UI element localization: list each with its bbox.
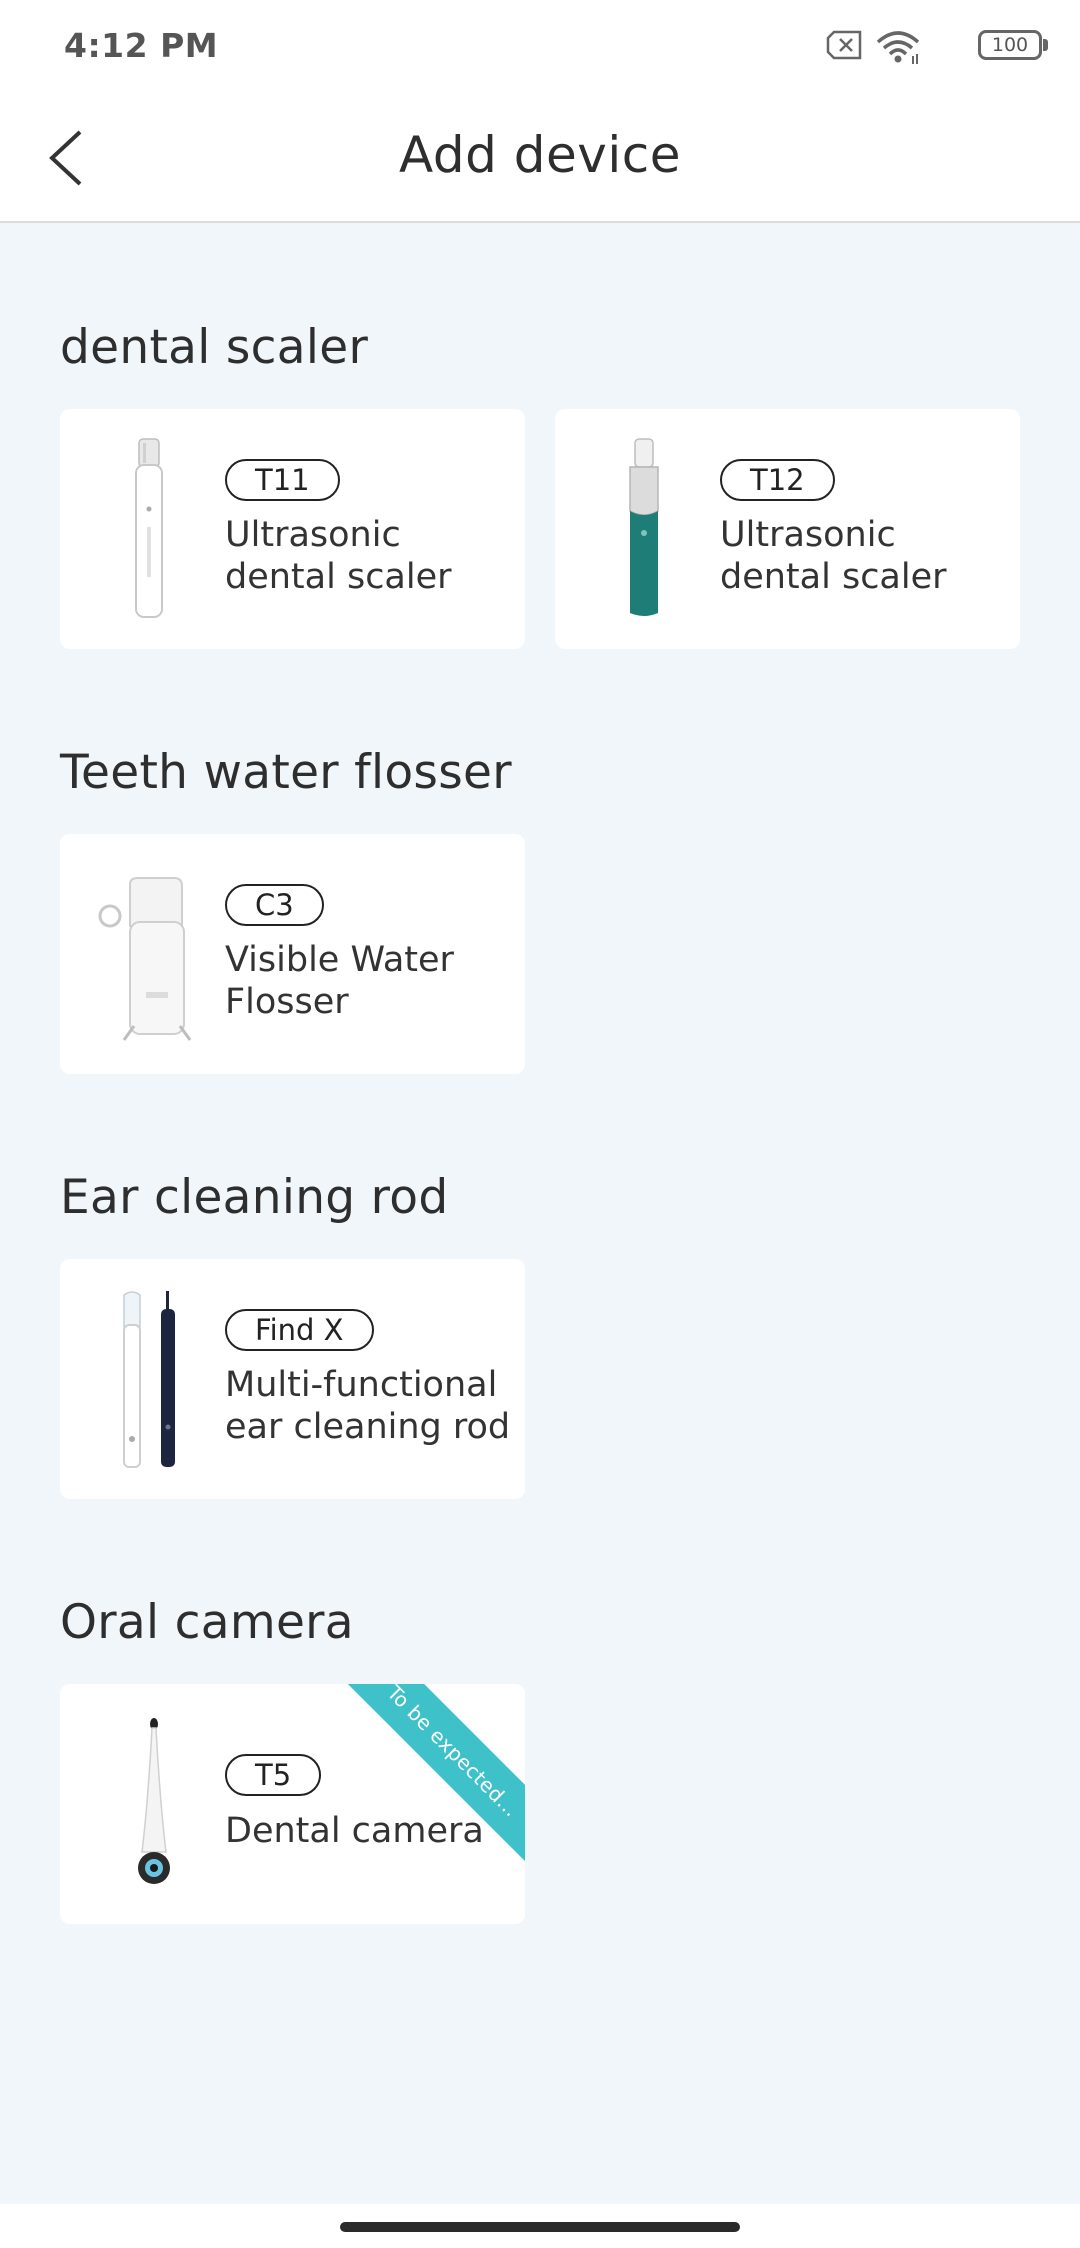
green-scaler-image xyxy=(629,438,659,616)
device-name: Ultrasonic dental scaler xyxy=(225,515,452,597)
home-indicator[interactable] xyxy=(340,2222,740,2232)
section-title-ear-cleaning-rod: Ear cleaning rod xyxy=(60,1170,449,1225)
battery-level: 100 xyxy=(991,34,1029,56)
device-card-t12[interactable]: T12 Ultrasonic dental scaler xyxy=(555,409,1020,649)
battery-icon: 100 xyxy=(978,30,1042,60)
page-title: Add device xyxy=(399,126,681,184)
device-card-c3[interactable]: C3 Visible Water Flosser xyxy=(60,834,525,1074)
dental-camera-image xyxy=(138,1718,170,1884)
water-flosser-image xyxy=(98,877,192,1041)
status-bar: 4:12 PM 100 xyxy=(0,0,1080,96)
white-scaler-image xyxy=(135,438,163,618)
section-title-water-flosser: Teeth water flosser xyxy=(60,745,512,800)
device-name: Multi-functional ear cleaning rod xyxy=(225,1365,511,1447)
header: Add device xyxy=(0,96,1080,223)
model-badge: C3 xyxy=(225,884,324,926)
device-card-t11[interactable]: T11 Ultrasonic dental scaler xyxy=(60,409,525,649)
device-name: Visible Water Flosser xyxy=(225,940,454,1022)
wifi-icon xyxy=(876,31,920,64)
ear-rod-image xyxy=(123,1291,175,1468)
section-title-oral-camera: Oral camera xyxy=(60,1595,354,1650)
device-card-t5[interactable]: T5 Dental camera To be expected... xyxy=(60,1684,525,1924)
section-title-dental-scaler: dental scaler xyxy=(60,320,369,375)
device-card-find-x[interactable]: Find X Multi-functional ear cleaning rod xyxy=(60,1259,525,1499)
device-name: Ultrasonic dental scaler xyxy=(720,515,947,597)
model-badge: T11 xyxy=(225,459,340,501)
status-time: 4:12 PM xyxy=(64,26,219,65)
no-sim-icon xyxy=(826,30,862,60)
model-badge: Find X xyxy=(225,1309,374,1351)
model-badge: T5 xyxy=(225,1754,322,1796)
battery-tip xyxy=(1043,39,1048,51)
device-name: Dental camera xyxy=(225,1811,484,1851)
model-badge: T12 xyxy=(720,459,835,501)
